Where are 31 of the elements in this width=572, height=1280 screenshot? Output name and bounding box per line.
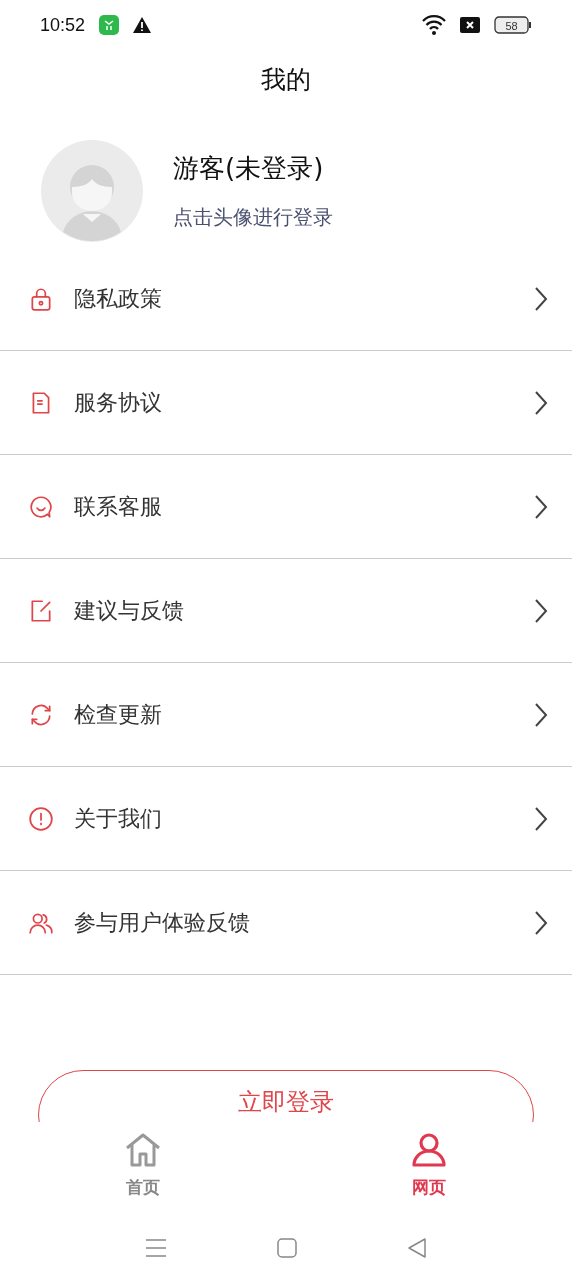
menu-item[interactable]: 隐私政策: [0, 247, 572, 351]
user-icon: [411, 1132, 447, 1168]
menu-item[interactable]: 联系客服: [0, 455, 572, 559]
warning-icon: [133, 17, 152, 33]
wifi-icon: [422, 15, 446, 35]
chevron-icon: [534, 285, 548, 312]
menu-item[interactable]: 检查更新: [0, 663, 572, 767]
home-button-icon[interactable]: [277, 1237, 297, 1258]
home-icon: [124, 1132, 162, 1168]
chevron-icon: [534, 597, 548, 624]
back-icon[interactable]: [407, 1237, 427, 1258]
no-sim-icon: [460, 17, 480, 33]
chevron-icon: [534, 701, 548, 728]
login-button[interactable]: 立即登录: [38, 1070, 534, 1122]
clock: 10:52: [40, 14, 86, 36]
chevron-icon: [534, 909, 548, 936]
tab[interactable]: 首页: [73, 1122, 213, 1215]
menu-item[interactable]: 参与用户体验反馈: [0, 871, 572, 975]
chevron-icon: [534, 805, 548, 832]
app-notification-icon: [99, 15, 120, 35]
avatar-icon[interactable]: [41, 140, 143, 242]
chevron-icon: [534, 493, 548, 520]
chevron-icon: [534, 389, 548, 416]
menu-item[interactable]: 建议与反馈: [0, 559, 572, 663]
page-title: 我的: [260, 63, 312, 96]
user-name: 游客(未登录): [173, 152, 325, 185]
battery-icon: 58: [494, 16, 532, 34]
tab[interactable]: 网页: [359, 1122, 499, 1215]
menu-item[interactable]: 服务协议: [0, 351, 572, 455]
login-hint[interactable]: 点击头像进行登录: [173, 204, 333, 231]
menu-item[interactable]: 关于我们: [0, 767, 572, 871]
